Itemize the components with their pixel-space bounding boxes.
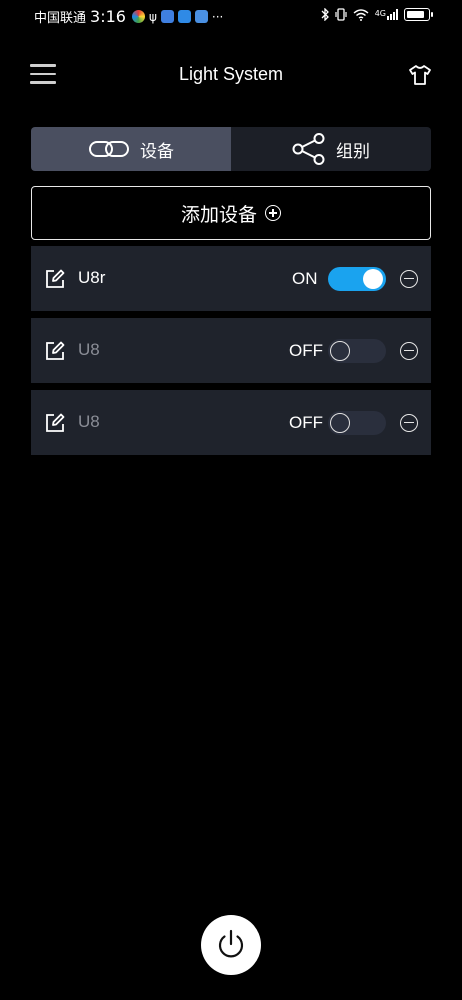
remove-device-icon[interactable] — [400, 342, 418, 360]
plus-circle-icon — [265, 205, 281, 221]
link-icon — [89, 141, 129, 157]
power-button[interactable] — [201, 915, 261, 975]
tab-groups-label: 组别 — [336, 141, 370, 162]
color-wheel-icon — [131, 10, 145, 23]
edit-icon[interactable] — [45, 341, 65, 361]
device-row: U8 OFF — [31, 318, 431, 383]
add-device-button[interactable]: 添加设备 — [31, 186, 431, 240]
device-state-label: OFF — [289, 413, 323, 432]
share-icon — [292, 133, 325, 165]
more-notifications: ··· — [211, 9, 224, 24]
t-shirt-icon[interactable] — [408, 64, 432, 86]
device-row: U8 OFF — [31, 390, 431, 455]
power-icon — [218, 929, 244, 958]
toggle-knob — [330, 341, 350, 361]
tab-groups[interactable]: 组别 — [231, 127, 431, 171]
device-row: U8r ON — [31, 246, 431, 311]
bluetooth-icon — [321, 8, 329, 21]
status-bar: 中国联通 3:16 ψ ··· 4G — [0, 0, 462, 32]
bulb-icon — [177, 10, 191, 23]
app-icon — [160, 10, 174, 23]
device-state-label: ON — [292, 269, 318, 288]
status-left: 中国联通 3:16 ψ ··· — [34, 7, 223, 26]
power-toggle[interactable] — [328, 267, 386, 291]
remove-device-icon[interactable] — [400, 270, 418, 288]
device-name: U8 — [78, 340, 100, 359]
usb-icon: ψ — [148, 9, 157, 24]
vibrate-icon — [335, 8, 347, 21]
device-name: U8r — [78, 268, 106, 287]
battery-icon — [404, 8, 433, 21]
toggle-knob — [363, 269, 383, 289]
cloud-icon — [194, 10, 208, 23]
power-toggle[interactable] — [328, 411, 386, 435]
wifi-icon — [353, 8, 369, 21]
carrier-name: 中国联通 — [34, 11, 87, 26]
status-right: 4G — [321, 8, 433, 21]
page-title: Light System — [178, 64, 284, 84]
toggle-knob — [330, 413, 350, 433]
device-name: U8 — [78, 412, 100, 431]
network-type: 4G — [374, 9, 386, 18]
signal-icon: 4G — [375, 9, 398, 20]
device-state-label: OFF — [289, 341, 323, 360]
remove-device-icon[interactable] — [400, 414, 418, 432]
power-toggle[interactable] — [328, 339, 386, 363]
tab-bar: 设备 组别 — [31, 127, 431, 171]
edit-icon[interactable] — [45, 269, 65, 289]
edit-icon[interactable] — [45, 413, 65, 433]
tab-devices-label: 设备 — [140, 141, 174, 162]
clock: 3:16 — [90, 7, 126, 26]
add-device-label: 添加设备 — [180, 203, 257, 226]
tab-devices[interactable]: 设备 — [31, 127, 231, 171]
